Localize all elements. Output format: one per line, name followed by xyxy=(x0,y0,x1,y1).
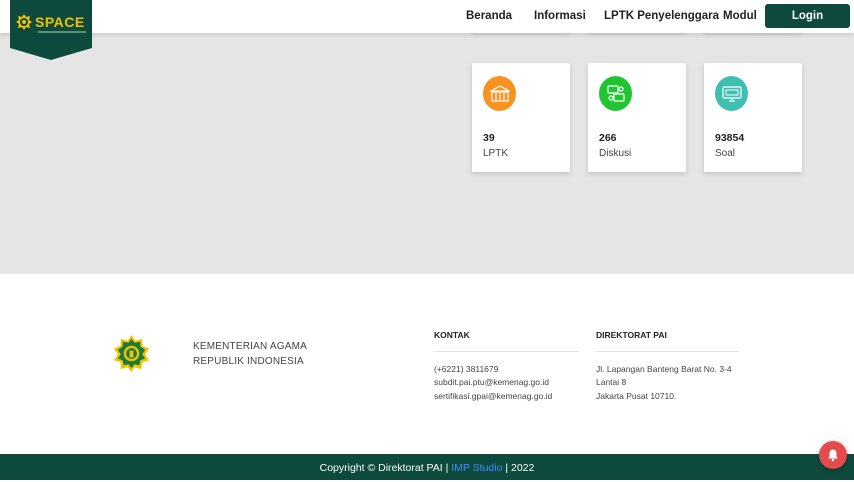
logo-tagline-decoration xyxy=(38,31,86,33)
contact-divider xyxy=(434,351,579,352)
address-line-2: Lantai 8 xyxy=(596,377,627,387)
nav-informasi[interactable]: Informasi xyxy=(534,10,586,22)
login-button[interactable]: Login xyxy=(765,4,850,28)
monitor-icon xyxy=(715,76,748,111)
discussion-icon xyxy=(599,76,632,111)
stat-card-diskusi: 266 Diskusi xyxy=(588,63,686,172)
stat-value: 93854 xyxy=(715,132,745,144)
stat-label: Soal xyxy=(715,148,736,159)
stat-label: Diskusi xyxy=(599,148,632,159)
copyright-bar: Copyright © Direktorat PAI | IMP Studio … xyxy=(0,454,854,480)
stat-label: LPTK xyxy=(483,148,509,159)
nav-modul[interactable]: Modul xyxy=(723,10,757,22)
kemenag-emblem-icon xyxy=(113,334,150,373)
stat-card-lptk: 39 LPTK xyxy=(472,63,570,172)
address-line-3: Jakarta Pusat 10710. xyxy=(596,391,677,401)
stat-value: 39 xyxy=(483,132,495,144)
notification-bell-button[interactable] xyxy=(819,441,847,469)
copyright-prefix: Copyright © Direktorat PAI | xyxy=(319,462,449,474)
nav-lptk-penyelenggara[interactable]: LPTK Penyelenggara xyxy=(604,10,719,22)
directorate-divider xyxy=(596,351,739,352)
building-icon xyxy=(483,76,516,111)
site-logo[interactable]: SPACE xyxy=(10,0,92,60)
imp-studio-link[interactable]: IMP Studio xyxy=(451,462,502,474)
top-navbar: Beranda Informasi LPTK Penyelenggara Mod… xyxy=(0,0,854,33)
contact-phone[interactable]: (+6221) 3811679 xyxy=(434,364,498,374)
stat-value: 266 xyxy=(599,132,617,144)
org-name-line1: KEMENTERIAN AGAMA xyxy=(193,341,307,352)
logo-text: SPACE xyxy=(35,14,85,30)
stat-card-soal: 93854 Soal xyxy=(704,63,802,172)
contact-email-2[interactable]: sertifikasi.gpai@kemenag.go.id xyxy=(434,391,552,401)
bell-icon xyxy=(828,449,838,462)
org-name-line2: REPUBLIK INDONESIA xyxy=(193,356,304,367)
nav-beranda[interactable]: Beranda xyxy=(466,10,512,22)
contact-email-1[interactable]: subdit.pai.ptu@kemenag.go.id xyxy=(434,377,549,387)
address-line-1: Jl. Lapangan Banteng Barat No. 3-4 xyxy=(596,364,732,374)
contact-heading: KONTAK xyxy=(434,330,470,340)
copyright-suffix: | 2022 xyxy=(505,462,535,474)
directorate-heading: DIREKTORAT PAI xyxy=(596,330,667,340)
kemenag-emblem-icon xyxy=(16,14,32,30)
